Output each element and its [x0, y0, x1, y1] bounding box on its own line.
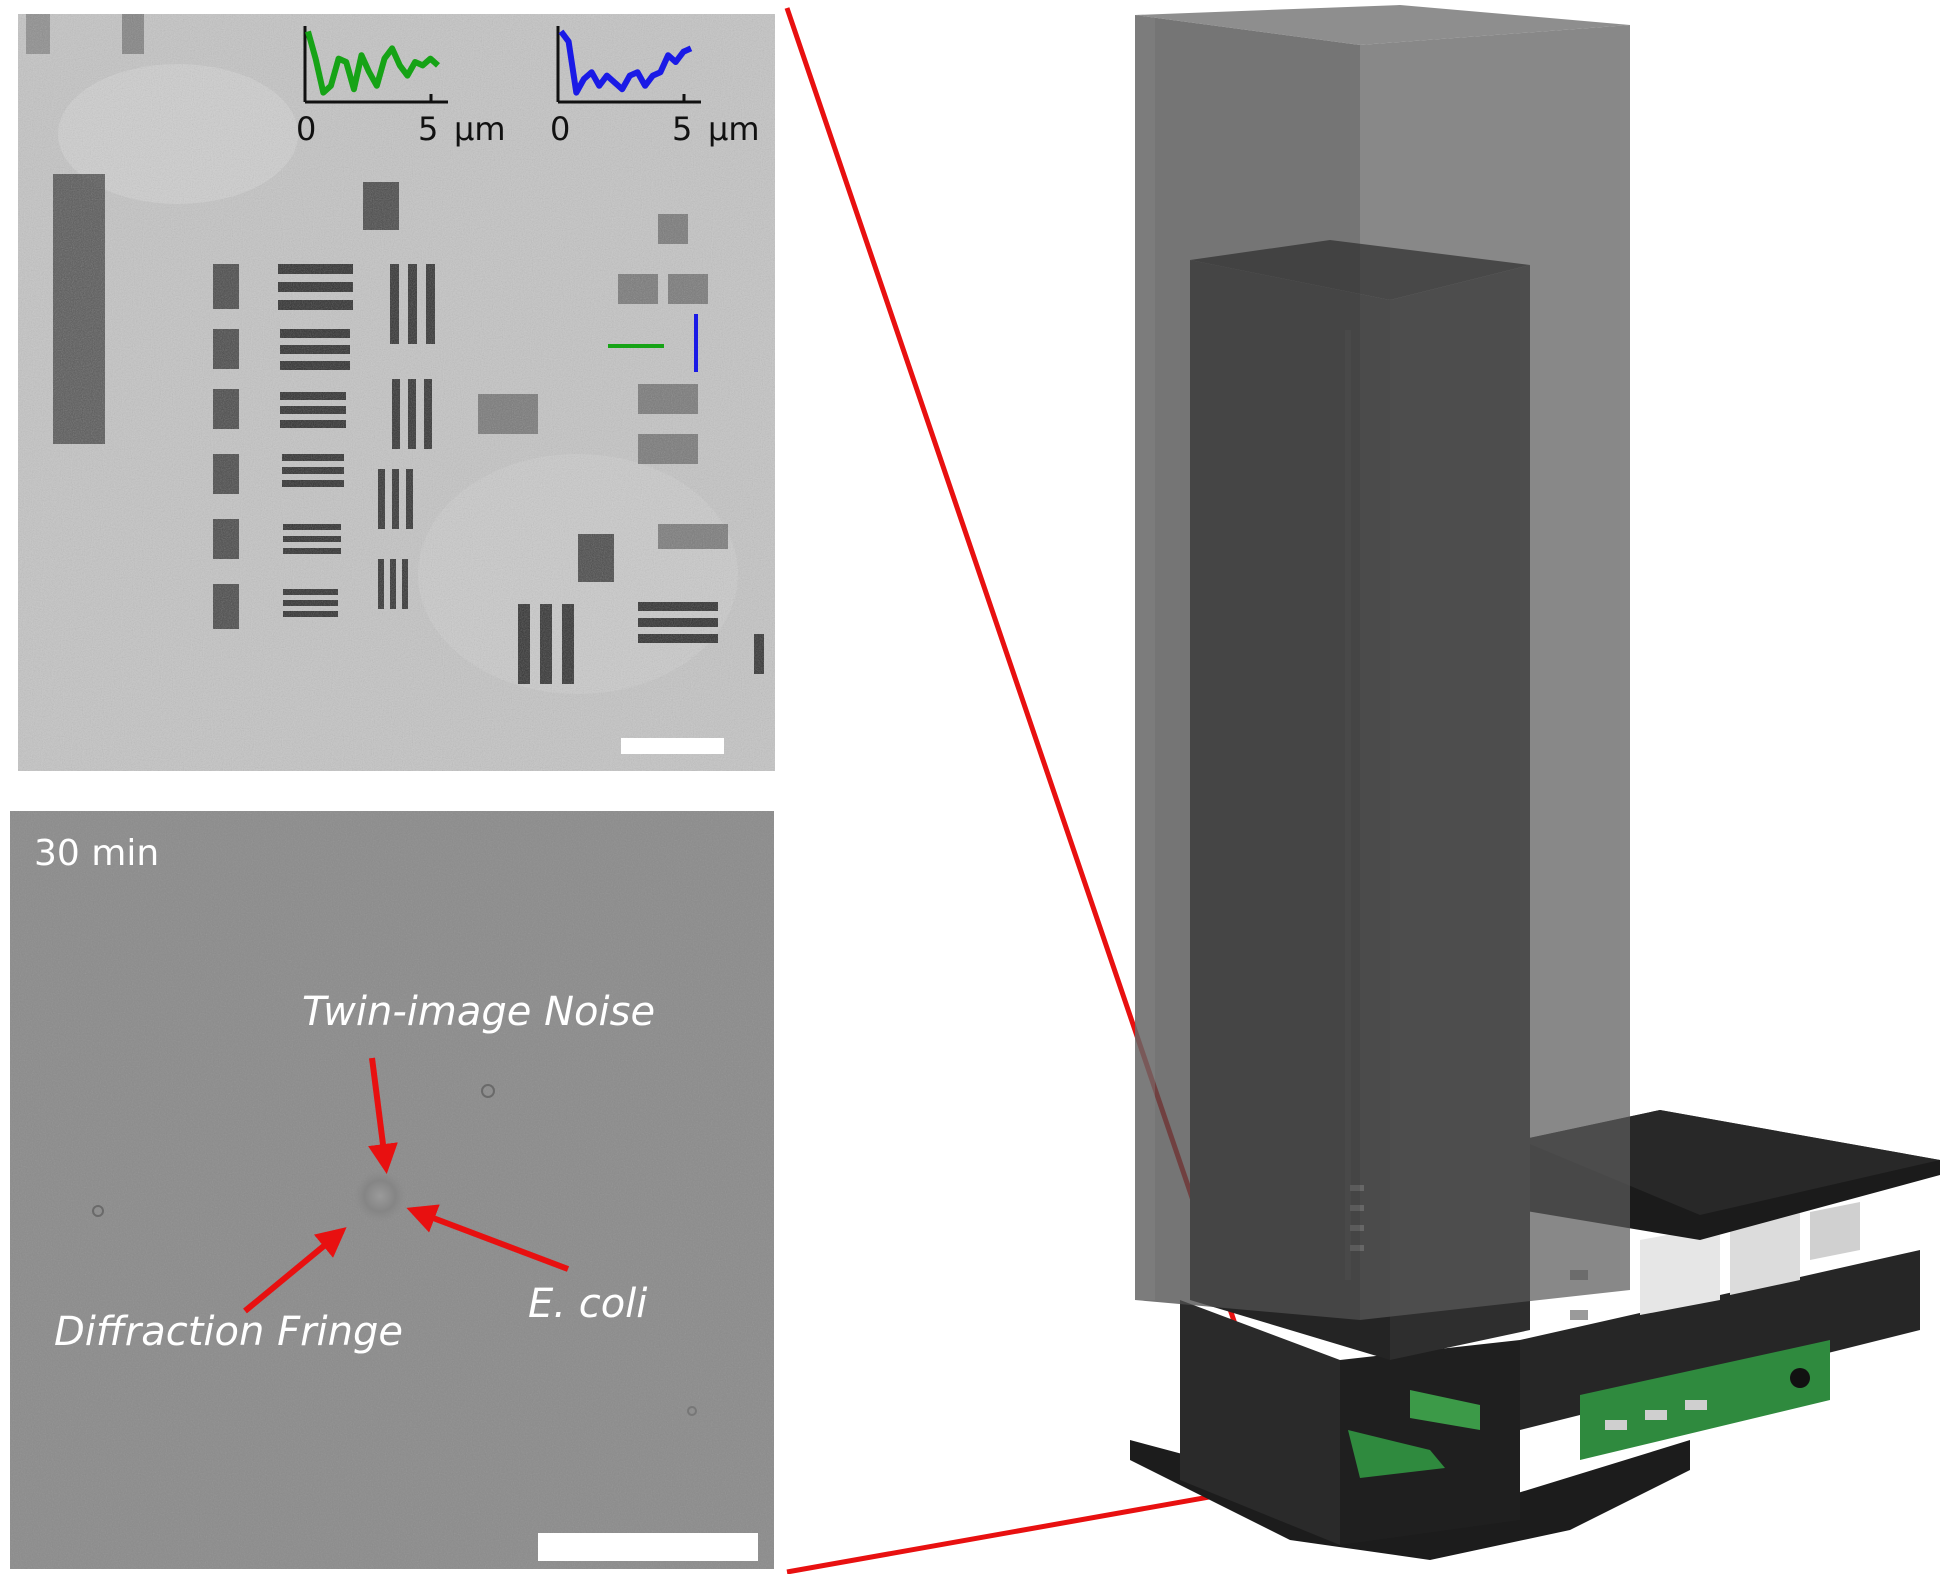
ecoli-scale-bar — [538, 1533, 758, 1561]
outer-shell-edge — [1135, 15, 1155, 1300]
resolution-target-image: 0 5 μm 0 5 μm — [18, 14, 775, 771]
green-plot-unit: μm — [454, 110, 506, 148]
time-label: 30 min — [34, 833, 160, 874]
target-noise-overlay — [18, 14, 775, 771]
ecoli-hologram-image: 30 min Twin-image Noise Diffraction Frin… — [10, 811, 774, 1569]
outer-shell-side — [1360, 25, 1630, 1320]
resolution-target-svg — [18, 14, 775, 771]
ecoli-cell — [354, 1170, 406, 1222]
outer-shell-front — [1135, 15, 1360, 1320]
green-plot-tick-0: 0 — [296, 110, 317, 148]
device-render — [1130, 5, 1940, 1560]
target-scale-bar — [621, 738, 724, 754]
blue-plot-tick-5: 5 — [672, 110, 693, 148]
blue-plot-tick-0: 0 — [550, 110, 571, 148]
ecoli-image-svg — [10, 811, 774, 1569]
audio-jack-icon — [1790, 1368, 1810, 1388]
blue-plot-unit: μm — [708, 110, 760, 148]
twin-image-noise-label: Twin-image Noise — [302, 989, 656, 1035]
diffraction-fringe-label: Diffraction Fringe — [54, 1309, 403, 1355]
green-plot-tick-5: 5 — [418, 110, 439, 148]
e-coli-label: E. coli — [528, 1281, 648, 1327]
